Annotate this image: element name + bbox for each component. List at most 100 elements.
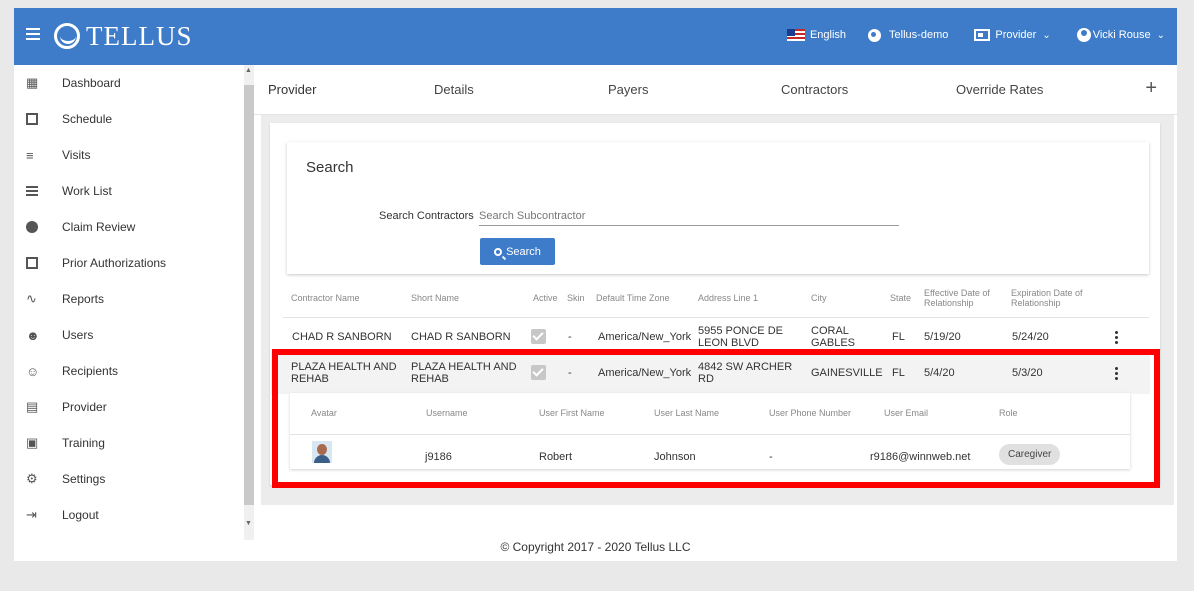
search-button[interactable]: Search (480, 238, 555, 265)
sidebar-item-schedule[interactable]: Schedule (14, 101, 244, 137)
group-icon: ☻ (26, 327, 40, 343)
cell-time-zone: America/New_York (598, 331, 692, 343)
cell-state: FL (892, 367, 905, 379)
sidebar-item-training[interactable]: ▣ Training (14, 425, 244, 461)
sidebar-item-label: Schedule (62, 112, 113, 126)
sidebar-item-prior-authorizations[interactable]: Prior Authorizations (14, 245, 244, 281)
search-label: Search Contractors (379, 210, 474, 222)
tab-override-rates[interactable]: Override Rates (956, 82, 1043, 97)
col-avatar: Avatar (311, 408, 337, 418)
cell-last-name: Johnson (654, 451, 696, 463)
sidebar-item-label: Prior Authorizations (62, 256, 167, 270)
clipboard-icon: ▤ (26, 399, 39, 414)
role-label: Provider (995, 29, 1037, 41)
top-bar: TELLUS English Tellus-demo Provider ⌄ Vi… (14, 8, 1177, 65)
chevron-down-icon: ⌄ (1042, 29, 1051, 41)
scroll-down-arrow-icon[interactable]: ▼ (245, 520, 252, 527)
col-active: Active (533, 293, 558, 303)
sidebar-item-recipients[interactable]: ☺ Recipients (14, 353, 244, 389)
cell-time-zone: America/New_York (598, 367, 692, 379)
col-role: Role (999, 408, 1018, 418)
chevron-down-icon: ⌄ (1156, 29, 1165, 41)
col-phone: User Phone Number (769, 408, 852, 418)
active-checkbox (531, 365, 546, 380)
menu-icon[interactable] (26, 28, 40, 40)
logo-text: TELLUS (86, 21, 193, 51)
sidebar-item-label: Visits (62, 148, 91, 162)
tellus-logo-icon (54, 23, 80, 49)
language-selector[interactable]: English (786, 29, 846, 41)
user-menu[interactable]: Vicki Rouse ⌄ (1076, 28, 1165, 42)
add-icon[interactable]: + (1145, 77, 1157, 100)
sidebar-item-label: Dashboard (62, 76, 121, 90)
scroll-up-arrow-icon[interactable]: ▲ (245, 67, 252, 74)
cell-effective-date: 5/4/20 (924, 367, 955, 379)
sidebar-item-label: Training (62, 436, 105, 450)
provider-icon (974, 29, 991, 41)
people-icon: ☺ (26, 363, 40, 379)
active-checkbox (531, 329, 546, 344)
filter-icon: ≡ (26, 147, 34, 163)
list-icon (14, 186, 48, 196)
sidebar-item-logout[interactable]: ⇥ Logout (14, 497, 244, 533)
col-contractor-name: Contractor Name (291, 293, 360, 303)
sidebar-item-provider[interactable]: ▤ Provider (14, 389, 244, 425)
us-flag-icon (786, 29, 805, 41)
search-panel: Search Search Contractors Search (287, 142, 1149, 274)
tenant-selector[interactable]: Tellus-demo (868, 28, 948, 42)
col-state: State (890, 293, 912, 303)
col-skin: Skin (567, 293, 585, 303)
sidebar-item-label: Recipients (62, 364, 119, 378)
col-username: Username (426, 408, 468, 418)
cell-email: r9186@winnweb.net (870, 451, 971, 463)
gear-icon: ⚙ (26, 471, 38, 486)
sidebar-scroll-thumb[interactable] (244, 85, 254, 505)
col-expiration-date: Expiration Date of Relationship (1011, 288, 1083, 308)
search-button-label: Search (506, 245, 541, 258)
cell-contractor-name: CHAD R SANBORN (292, 331, 392, 343)
footer-copyright: © Copyright 2017 - 2020 Tellus LLC (500, 540, 691, 554)
sidebar-item-work-list[interactable]: Work List (14, 173, 244, 209)
col-email: User Email (884, 408, 929, 418)
search-icon (494, 247, 503, 256)
globe-icon (868, 28, 882, 42)
tab-provider[interactable]: Provider (268, 82, 316, 97)
sidebar-item-users[interactable]: ☻ Users (14, 317, 244, 353)
cell-effective-date: 5/19/20 (924, 331, 961, 343)
cell-phone: - (769, 451, 773, 463)
sidebar-item-settings[interactable]: ⚙ Settings (14, 461, 244, 497)
app-window: TELLUS English Tellus-demo Provider ⌄ Vi… (14, 8, 1177, 561)
cell-city: GAINESVILLE (811, 367, 883, 379)
tab-contractors[interactable]: Contractors (781, 82, 848, 97)
cell-city: CORAL GABLES (811, 325, 856, 349)
sidebar-item-visits[interactable]: ≡ Visits (14, 137, 244, 173)
account-icon (1076, 28, 1091, 42)
cell-skin: - (568, 331, 572, 343)
cell-expiration-date: 5/24/20 (1012, 331, 1049, 343)
users-header-divider (290, 434, 1130, 435)
dashboard-icon: ▦ (26, 75, 39, 90)
logo[interactable]: TELLUS (54, 21, 193, 51)
tab-payers[interactable]: Payers (608, 82, 648, 97)
col-first-name: User First Name (539, 408, 605, 418)
sidebar-item-reports[interactable]: ∿ Reports (14, 281, 244, 317)
search-input[interactable] (479, 206, 899, 226)
role-selector[interactable]: Provider ⌄ (974, 29, 1051, 41)
sidebar-item-label: Work List (62, 184, 112, 198)
row-actions-icon[interactable] (1115, 367, 1119, 382)
training-icon: ▣ (26, 435, 39, 450)
sidebar-item-claim-review[interactable]: Claim Review (14, 209, 244, 245)
alert-icon (14, 221, 48, 233)
sidebar-item-label: Reports (62, 292, 105, 306)
sidebar-item-label: Settings (62, 472, 106, 486)
logout-icon: ⇥ (26, 507, 37, 522)
top-right-menu: English Tellus-demo Provider ⌄ Vicki Rou… (769, 28, 1165, 42)
calendar-check-icon (14, 257, 48, 269)
col-last-name: User Last Name (654, 408, 720, 418)
tab-details[interactable]: Details (434, 82, 474, 97)
header-divider (283, 317, 1149, 318)
sidebar-item-dashboard[interactable]: ▦ Dashboard (14, 65, 244, 101)
cell-first-name: Robert (539, 451, 573, 463)
role-badge: Caregiver (999, 444, 1061, 465)
row-actions-icon[interactable] (1115, 331, 1119, 346)
